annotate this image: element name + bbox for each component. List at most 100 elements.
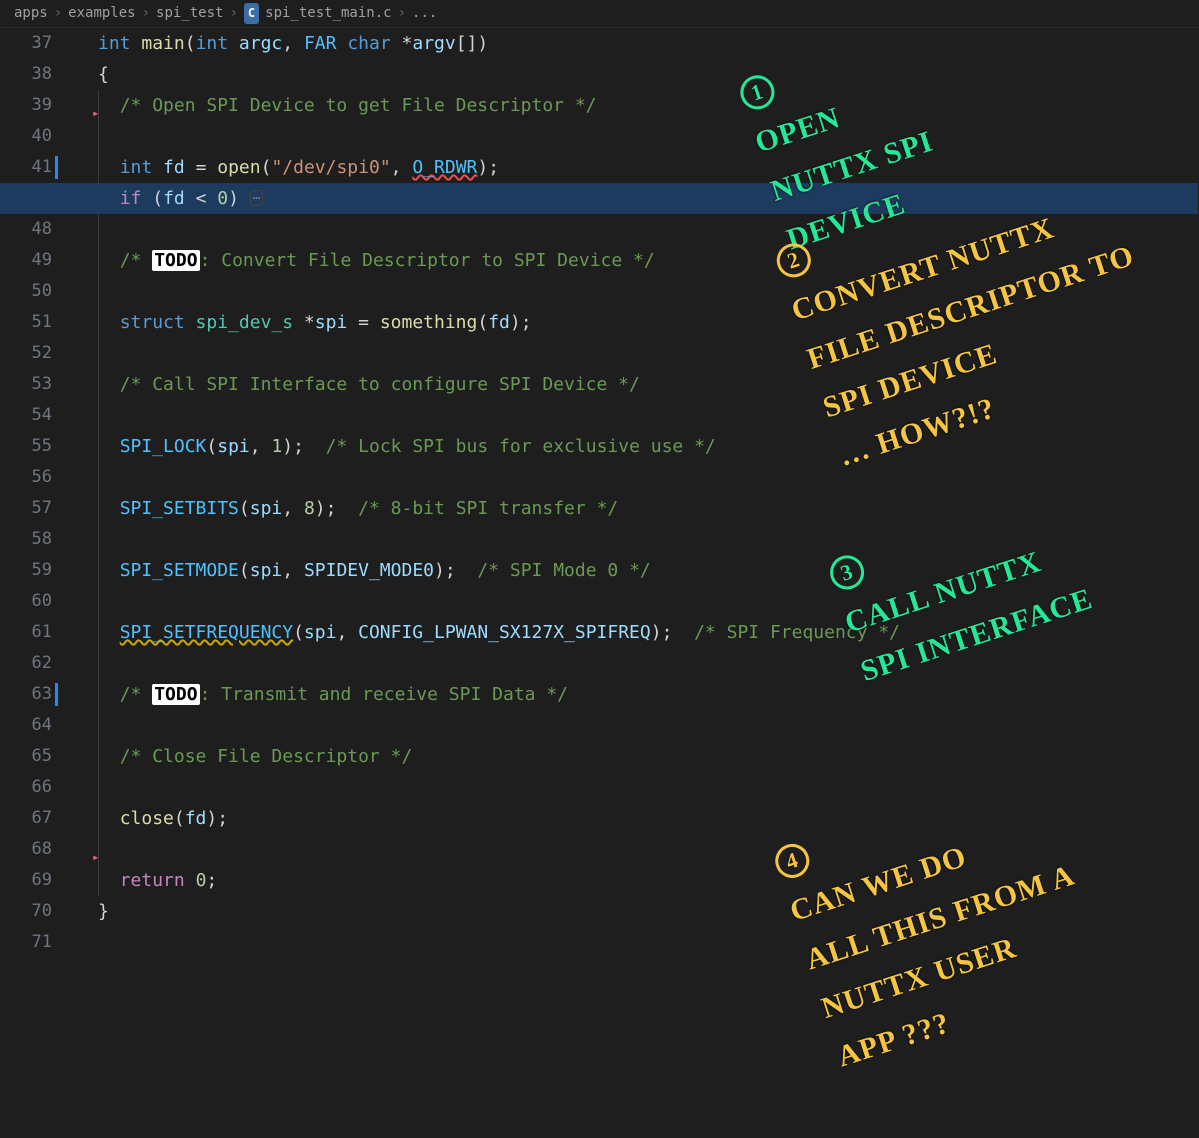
line-number[interactable]: 52 (0, 338, 52, 369)
code-text: int main(int argc, FAR char *argv[]) (98, 33, 488, 54)
code-line[interactable]: return 0; (98, 865, 1198, 896)
code-text: { (98, 64, 109, 85)
code-line[interactable]: SPI_SETMODE(spi, SPIDEV_MODE0); /* SPI M… (98, 555, 1198, 586)
code-line[interactable] (98, 586, 1198, 617)
code-text (98, 343, 120, 364)
chevron-right-icon: › (398, 2, 406, 26)
breadcrumb-part[interactable]: apps (14, 2, 48, 26)
c-file-icon: C (244, 3, 259, 23)
code-line[interactable] (98, 927, 1198, 958)
code-line[interactable]: /* Call SPI Interface to configure SPI D… (98, 369, 1198, 400)
code-line[interactable]: /* TODO: Convert File Descriptor to SPI … (98, 245, 1198, 276)
code-text: /* Open SPI Device to get File Descripto… (98, 95, 597, 116)
code-line[interactable]: { (98, 59, 1198, 90)
line-number[interactable]: 68 (0, 834, 52, 865)
code-text (98, 715, 120, 736)
code-line[interactable] (98, 648, 1198, 679)
code-text: /* TODO: Convert File Descriptor to SPI … (98, 250, 655, 271)
code-line[interactable]: close(fd); (98, 803, 1198, 834)
code-line[interactable] (98, 710, 1198, 741)
breadcrumb[interactable]: apps › examples › spi_test › C spi_test_… (0, 0, 1199, 28)
line-number[interactable]: 63 (0, 679, 52, 710)
line-number[interactable]: 51 (0, 307, 52, 338)
line-number[interactable]: 56 (0, 462, 52, 493)
breadcrumb-part[interactable]: spi_test (156, 2, 223, 26)
line-number[interactable]: 69 (0, 865, 52, 896)
code-line[interactable] (98, 772, 1198, 803)
code-line[interactable] (98, 462, 1198, 493)
line-number[interactable]: 58 (0, 524, 52, 555)
code-line[interactable]: int fd = open("/dev/spi0", O_RDWR); (98, 152, 1198, 183)
line-number[interactable]: 71 (0, 927, 52, 958)
code-line[interactable]: if (fd < 0) ⋯ (0, 183, 1198, 214)
line-number[interactable]: 40 (0, 121, 52, 152)
code-text (98, 281, 120, 302)
line-number[interactable]: 49 (0, 245, 52, 276)
code-text: return 0; (98, 870, 217, 891)
code-text: close(fd); (98, 808, 228, 829)
code-text: /* TODO: Transmit and receive SPI Data *… (98, 684, 568, 705)
code-text: /* Call SPI Interface to configure SPI D… (98, 374, 640, 395)
code-text: } (98, 901, 109, 922)
code-text (98, 405, 120, 426)
code-text: /* Close File Descriptor */ (98, 746, 412, 767)
chevron-right-icon: › (142, 2, 150, 26)
code-line[interactable]: } (98, 896, 1198, 927)
line-number[interactable]: 57 (0, 493, 52, 524)
code-line[interactable]: /* TODO: Transmit and receive SPI Data *… (98, 679, 1198, 710)
code-area[interactable]: int main(int argc, FAR char *argv[]) { ▸ /… (90, 28, 1198, 958)
code-line[interactable]: struct spi_dev_s *spi = something(fd); (98, 307, 1198, 338)
code-line[interactable]: ▸ (98, 834, 1198, 865)
code-text (98, 777, 120, 798)
breadcrumb-file[interactable]: spi_test_main.c (265, 2, 391, 26)
code-text (98, 529, 120, 550)
code-line[interactable] (98, 214, 1198, 245)
code-line[interactable] (98, 121, 1198, 152)
code-text: struct spi_dev_s *spi = something(fd); (98, 312, 532, 333)
line-number[interactable]: 65 (0, 741, 52, 772)
code-text (98, 126, 120, 147)
line-number[interactable]: 64 (0, 710, 52, 741)
code-line[interactable]: int main(int argc, FAR char *argv[]) (98, 28, 1198, 59)
breadcrumb-tail[interactable]: ... (412, 2, 437, 26)
code-line[interactable]: ▸ /* Open SPI Device to get File Descrip… (98, 90, 1198, 121)
code-editor[interactable]: 3738394041424849505152535455565758596061… (0, 28, 1199, 958)
code-text (98, 653, 120, 674)
code-line[interactable] (98, 338, 1198, 369)
code-text: SPI_LOCK(spi, 1); /* Lock SPI bus for ex… (98, 436, 716, 457)
line-number[interactable]: 61 (0, 617, 52, 648)
breadcrumb-part[interactable]: examples (68, 2, 135, 26)
chevron-right-icon: › (54, 2, 62, 26)
line-number[interactable]: 38 (0, 59, 52, 90)
code-line[interactable] (98, 400, 1198, 431)
code-text: int fd = open("/dev/spi0", O_RDWR); (98, 157, 499, 178)
line-number[interactable]: 62 (0, 648, 52, 679)
line-number[interactable]: 39 (0, 90, 52, 121)
line-number-gutter[interactable]: 3738394041424849505152535455565758596061… (0, 28, 70, 958)
chevron-right-icon: › (229, 2, 237, 26)
line-number[interactable]: 54 (0, 400, 52, 431)
fold-column[interactable]: › (70, 28, 90, 958)
code-line[interactable]: SPI_SETBITS(spi, 8); /* 8-bit SPI transf… (98, 493, 1198, 524)
code-text: SPI_SETFREQUENCY(spi, CONFIG_LPWAN_SX127… (98, 622, 900, 643)
code-text (98, 467, 120, 488)
code-text: if (fd < 0) ⋯ (98, 188, 263, 209)
line-number[interactable]: 55 (0, 431, 52, 462)
line-number[interactable]: 67 (0, 803, 52, 834)
line-number[interactable]: 60 (0, 586, 52, 617)
code-line[interactable]: SPI_SETFREQUENCY(spi, CONFIG_LPWAN_SX127… (98, 617, 1198, 648)
line-number[interactable]: 70 (0, 896, 52, 927)
line-number[interactable]: 59 (0, 555, 52, 586)
line-number[interactable]: 53 (0, 369, 52, 400)
line-number[interactable]: 66 (0, 772, 52, 803)
line-number[interactable]: 50 (0, 276, 52, 307)
line-number[interactable]: 41 (0, 152, 52, 183)
code-line[interactable]: SPI_LOCK(spi, 1); /* Lock SPI bus for ex… (98, 431, 1198, 462)
code-line[interactable] (98, 276, 1198, 307)
line-number[interactable]: 48 (0, 214, 52, 245)
code-line[interactable]: /* Close File Descriptor */ (98, 741, 1198, 772)
code-text (98, 839, 120, 860)
line-number[interactable]: 37 (0, 28, 52, 59)
code-line[interactable] (98, 524, 1198, 555)
code-text (98, 591, 120, 612)
